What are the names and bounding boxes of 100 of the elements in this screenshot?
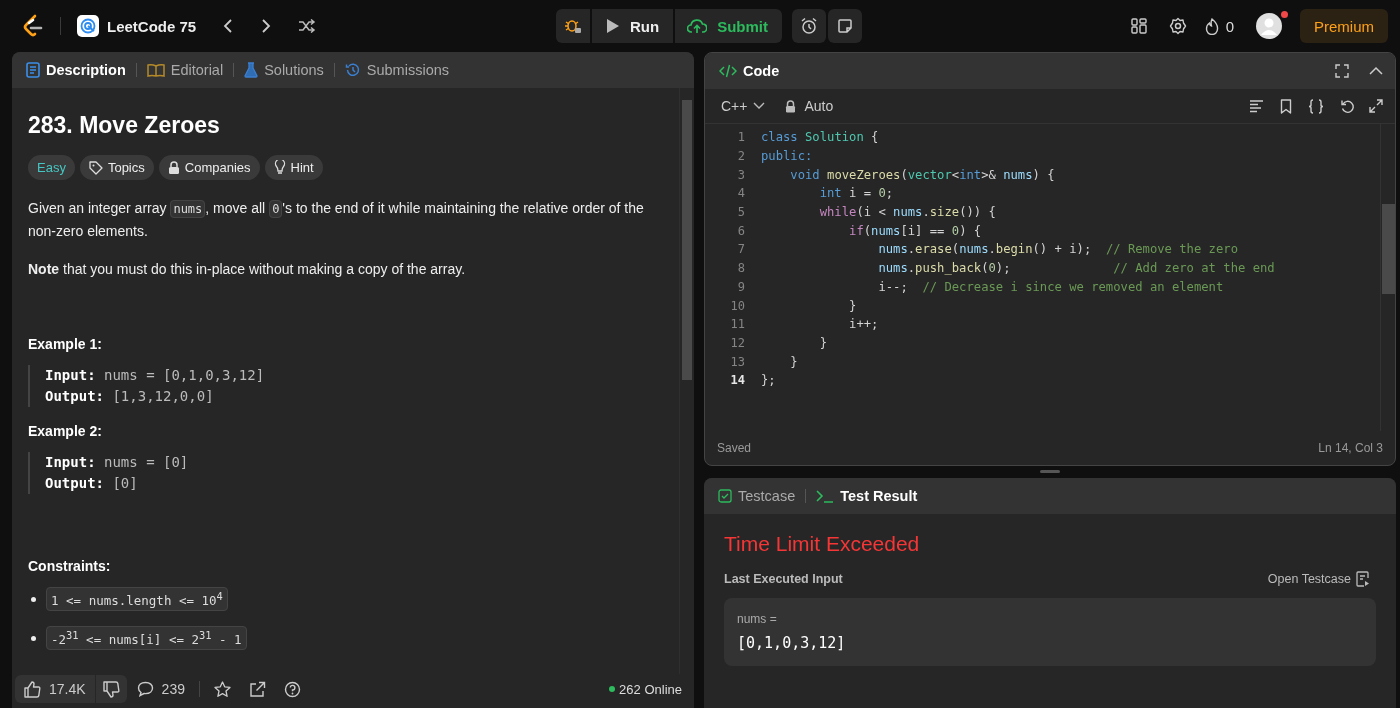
bookmark-icon[interactable]: [1280, 98, 1292, 114]
submit-button[interactable]: Submit: [675, 9, 782, 43]
bullet-icon: [31, 596, 36, 602]
next-icon[interactable]: [260, 18, 273, 34]
layout-icon[interactable]: [1130, 18, 1147, 34]
panel-tab[interactable]: Test Result: [814, 488, 920, 504]
example-line: Input: nums = [0,1,0,3,12]: [45, 366, 266, 385]
code-line[interactable]: i--; // Decrease i since we removed an element: [761, 279, 1224, 294]
panel-tab[interactable]: Solutions: [242, 62, 326, 78]
code-line[interactable]: while(i < nums.size()) {: [761, 205, 996, 220]
code-line[interactable]: nums.erase(nums.begin() + i); // Remove the zero: [761, 242, 1238, 257]
caret-icon: [753, 102, 766, 110]
scrollbar[interactable]: [1380, 124, 1395, 431]
language-dropdown[interactable]: C++: [715, 97, 772, 115]
code-line[interactable]: public:: [761, 149, 813, 164]
example-line: Input: nums = [0]: [45, 453, 190, 472]
parameter-value: [0,1,0,3,12]: [737, 634, 847, 652]
braces-icon[interactable]: [1308, 98, 1324, 114]
tag-button[interactable]: Hint: [264, 155, 323, 180]
save-status: Saved: [717, 441, 752, 455]
format-icon[interactable]: [1249, 99, 1264, 113]
play-icon: [606, 18, 620, 34]
autocomplete-mode[interactable]: Auto: [787, 98, 834, 114]
shuffle-icon[interactable]: [298, 19, 317, 33]
example-line: Output: [1,3,12,0,0]: [45, 387, 215, 406]
premium-button[interactable]: Premium: [1300, 9, 1388, 43]
settings-icon[interactable]: [1168, 17, 1187, 35]
open-testcase-link[interactable]: Open Testcase: [1261, 570, 1376, 588]
example-line: Output: [0]: [45, 474, 139, 493]
code-line[interactable]: }: [761, 354, 798, 369]
line-number: 11: [729, 317, 745, 332]
panel-tab[interactable]: Testcase: [716, 488, 798, 504]
share-icon[interactable]: [248, 680, 266, 698]
resize-handle[interactable]: [1040, 470, 1060, 473]
line-number: 9: [736, 279, 745, 294]
code-line[interactable]: nums.push_back(0); // Add zero at the end: [761, 261, 1275, 276]
alarm-clock-icon: [800, 17, 818, 35]
bug-icon: [564, 17, 582, 35]
online-count: 262 Online: [619, 681, 682, 697]
logo-icon[interactable]: [22, 14, 44, 38]
document-play-icon: [1356, 571, 1370, 587]
notes-button[interactable]: [828, 9, 862, 43]
cloud-upload-icon: [687, 18, 708, 34]
constraint-text: 1 <= nums.length <= 10$^{4}$: [46, 587, 228, 612]
avatar-icon[interactable]: [1256, 13, 1282, 39]
lock-icon: [167, 160, 180, 175]
flask-icon: [244, 62, 259, 78]
constraints-title: Constraints:: [28, 558, 112, 574]
terminal-icon: [816, 489, 835, 503]
comments-button[interactable]: 239: [136, 675, 185, 703]
bullet-icon: [31, 635, 36, 641]
panel-tab[interactable]: Description: [24, 62, 128, 78]
line-number: 7: [736, 242, 745, 257]
expand-icon[interactable]: [1369, 99, 1383, 113]
panel-title: Code: [717, 63, 782, 79]
code-line[interactable]: int i = 0;: [761, 186, 894, 201]
line-number: 5: [736, 205, 745, 220]
code-line[interactable]: void moveZeroes(vector<int>& nums) {: [761, 167, 1055, 182]
cursor-position: Ln 14, Col 3: [1318, 441, 1383, 455]
code-line[interactable]: }: [761, 335, 828, 350]
lightbulb-icon: [273, 160, 286, 175]
star-icon[interactable]: [213, 680, 231, 698]
code-line[interactable]: }: [761, 298, 857, 313]
tag-button[interactable]: Companies: [158, 155, 260, 180]
study-plan-title[interactable]: LeetCode 75: [107, 17, 197, 35]
constraint-text: -2$^{31}$ <= nums[i] <= 2$^{31}$ - 1: [46, 626, 247, 651]
parameter-name: nums =: [737, 612, 778, 626]
flame-icon: [1204, 17, 1219, 35]
line-number: 6: [736, 223, 745, 238]
problem-note: Note that you must do this in-place without making a copy of the array.: [28, 260, 467, 279]
previous-icon[interactable]: [222, 18, 235, 34]
line-number: 2: [736, 149, 745, 164]
line-number: 13: [729, 354, 745, 369]
timer-button[interactable]: [792, 9, 826, 43]
line-number: 1: [736, 130, 745, 145]
tag-button[interactable]: Topics: [79, 155, 154, 180]
help-icon[interactable]: [283, 680, 301, 698]
fullscreen-icon[interactable]: [1335, 64, 1349, 78]
code-line[interactable]: i++;: [761, 317, 879, 332]
collapse-icon[interactable]: [1369, 66, 1383, 76]
tag-icon: [88, 160, 103, 175]
run-button[interactable]: Run: [592, 9, 674, 43]
checkbox-icon: [718, 489, 732, 503]
thumbs-down-icon: [102, 680, 120, 698]
scrollbar[interactable]: [679, 88, 694, 674]
difficulty-tag[interactable]: Easy: [28, 155, 75, 180]
streak-counter[interactable]: 0: [1204, 17, 1234, 35]
code-line[interactable]: };: [761, 373, 776, 388]
reset-icon[interactable]: [1340, 98, 1355, 114]
line-number: 4: [736, 186, 745, 201]
panel-tab[interactable]: Editorial: [144, 62, 226, 78]
verdict-text: Time Limit Exceeded: [724, 532, 921, 556]
example-title: Example 1:: [28, 336, 103, 352]
code-icon: [719, 64, 737, 78]
code-line[interactable]: if(nums[i] == 0) {: [761, 223, 982, 238]
panel-tab[interactable]: Submissions: [342, 62, 451, 78]
book-icon: [146, 63, 165, 77]
study-plan-icon: [77, 15, 99, 37]
debug-button[interactable]: [556, 9, 590, 43]
code-line[interactable]: class Solution {: [761, 130, 879, 145]
